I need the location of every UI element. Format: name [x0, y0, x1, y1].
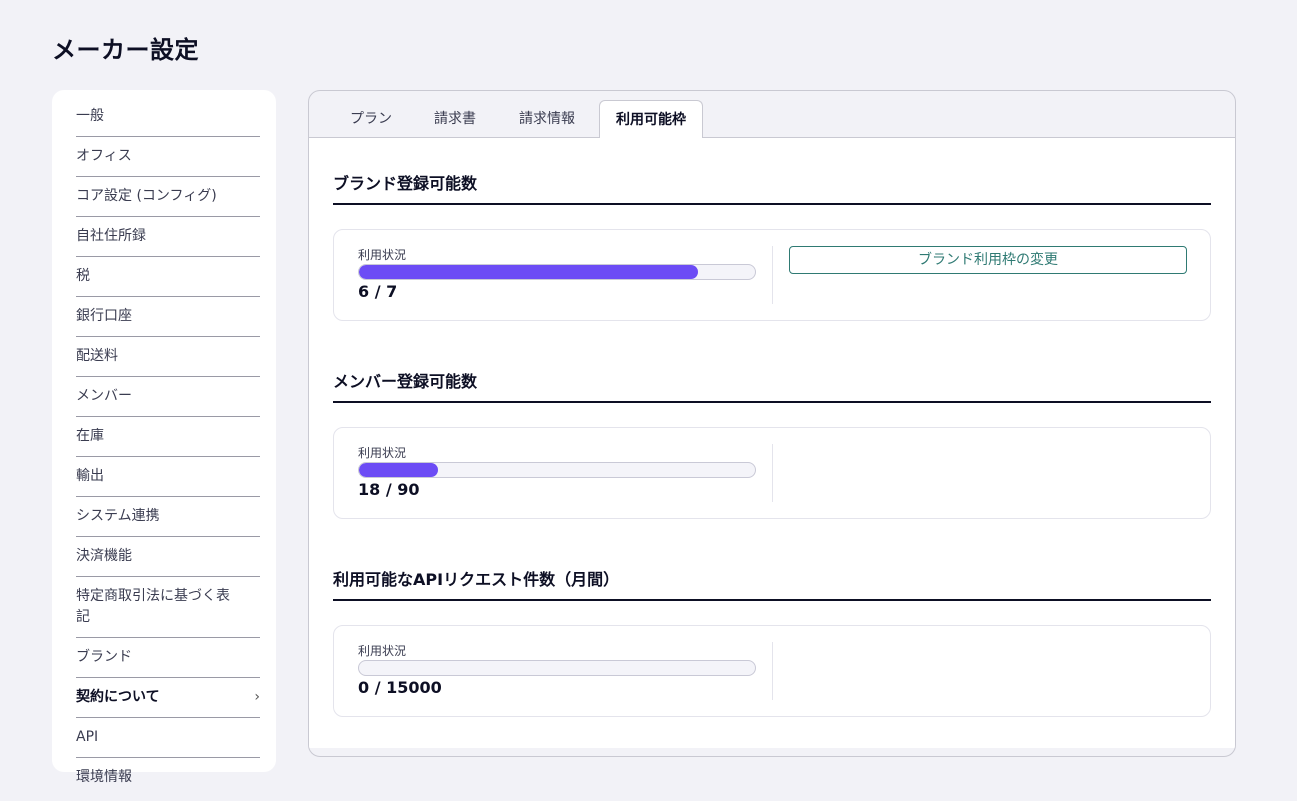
- sidebar-item-general[interactable]: 一般: [76, 102, 260, 137]
- usage-progress-bar: [358, 264, 756, 280]
- tab-available-quota[interactable]: 利用可能枠: [599, 100, 703, 139]
- change-brand-quota-button[interactable]: ブランド利用枠の変更: [789, 246, 1187, 274]
- sidebar-item-members[interactable]: メンバー: [76, 377, 260, 417]
- divider: [772, 642, 773, 700]
- usage-card-brand: 利用状況 6 / 7 ブランド利用枠の変更: [333, 229, 1211, 321]
- usage-label: 利用状況: [358, 446, 407, 460]
- usage-label: 利用状況: [358, 644, 407, 658]
- divider: [772, 444, 773, 502]
- usage-progress-bar: [358, 660, 756, 676]
- page-title: メーカー設定: [52, 36, 199, 64]
- sidebar-item-label: 決済機能: [76, 548, 132, 564]
- sidebar-item-label: 銀行口座: [76, 308, 132, 324]
- sidebar-item-tax[interactable]: 税: [76, 257, 260, 297]
- tab-bar: プラン 請求書 請求情報 利用可能枠: [309, 91, 1235, 139]
- sidebar-item-inventory[interactable]: 在庫: [76, 417, 260, 457]
- tab-billing-info[interactable]: 請求情報: [501, 100, 593, 138]
- sidebar: 一般 オフィス コア設定 (コンフィグ) 自社住所録 税 銀行口座 配送料 メン…: [52, 90, 276, 785]
- sidebar-item-label: 輸出: [76, 468, 104, 484]
- sidebar-item-label: システム連携: [76, 508, 160, 524]
- divider: [772, 246, 773, 304]
- sidebar-item-contract[interactable]: 契約について ›: [76, 678, 260, 718]
- usage-value: 6 / 7: [358, 282, 398, 301]
- section-title-brand-quota: ブランド登録可能数: [333, 173, 1211, 205]
- usage-value: 0 / 15000: [358, 678, 442, 697]
- sidebar-item-label: 配送料: [76, 348, 118, 364]
- sidebar-item-label: メンバー: [76, 388, 132, 404]
- usage-label: 利用状況: [358, 248, 407, 262]
- sidebar-item-shipping-fee[interactable]: 配送料: [76, 337, 260, 377]
- usage-card-api: 利用状況 0 / 15000: [333, 625, 1211, 717]
- usage-progress-fill: [359, 265, 699, 279]
- section-title-member-quota: メンバー登録可能数: [333, 371, 1211, 403]
- section-title-api-quota: 利用可能なAPIリクエスト件数（月間）: [333, 569, 1211, 601]
- sidebar-item-bank-account[interactable]: 銀行口座: [76, 297, 260, 337]
- sidebar-item-label: ブランド: [76, 649, 132, 665]
- usage-value: 18 / 90: [358, 480, 420, 499]
- sidebar-item-core-config[interactable]: コア設定 (コンフィグ): [76, 177, 260, 217]
- chevron-right-icon: ›: [254, 689, 260, 705]
- usage-progress-bar: [358, 462, 756, 478]
- tab-content: ブランド登録可能数 利用状況 6 / 7 ブランド利用枠の変更 メンバー登録可能…: [309, 138, 1235, 748]
- sidebar-item-commercial-law[interactable]: 特定商取引法に基づく表記: [76, 577, 260, 638]
- usage-card-member: 利用状況 18 / 90: [333, 427, 1211, 519]
- sidebar-item-label: 環境情報: [76, 769, 132, 785]
- sidebar-item-label: 税: [76, 268, 90, 284]
- sidebar-item-system-integration[interactable]: システム連携: [76, 497, 260, 537]
- sidebar-item-label: API: [76, 729, 99, 745]
- usage-progress-fill: [359, 463, 439, 477]
- tab-plan[interactable]: プラン: [333, 100, 409, 138]
- sidebar-item-label: 在庫: [76, 428, 104, 444]
- sidebar-item-payment[interactable]: 決済機能: [76, 537, 260, 577]
- sidebar-item-brand[interactable]: ブランド: [76, 638, 260, 678]
- sidebar-item-label: 特定商取引法に基づく表記: [76, 588, 230, 625]
- tab-invoices[interactable]: 請求書: [417, 100, 493, 138]
- sidebar-item-label: 契約について: [76, 689, 160, 705]
- sidebar-item-label: 一般: [76, 108, 104, 124]
- sidebar-item-export[interactable]: 輸出: [76, 457, 260, 497]
- sidebar-item-label: オフィス: [76, 148, 132, 164]
- sidebar-item-label: 自社住所録: [76, 228, 146, 244]
- sidebar-item-api[interactable]: API: [76, 718, 260, 758]
- main-panel: プラン 請求書 請求情報 利用可能枠 ブランド登録可能数 利用状況 6 / 7 …: [308, 90, 1236, 757]
- sidebar-item-label: コア設定 (コンフィグ): [76, 188, 217, 204]
- sidebar-item-environment[interactable]: 環境情報: [76, 758, 260, 797]
- sidebar-item-office[interactable]: オフィス: [76, 137, 260, 177]
- sidebar-item-address-book[interactable]: 自社住所録: [76, 217, 260, 257]
